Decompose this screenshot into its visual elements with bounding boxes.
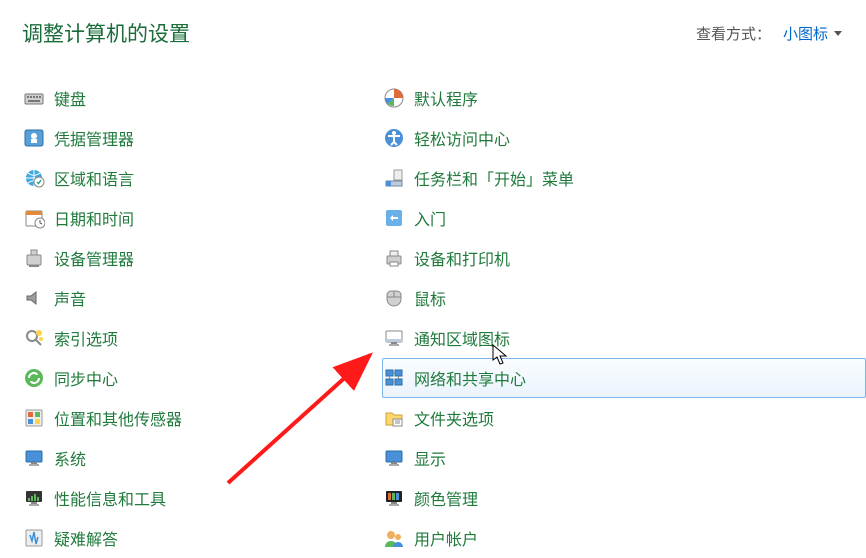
cp-item-label: 文件夹选项 [414,406,494,430]
cp-item-label: 同步中心 [54,366,118,390]
cp-item-sound[interactable]: 声音 [22,278,382,318]
cp-item-user-accounts[interactable]: 用户帐户 [382,518,866,558]
cp-item-label: 鼠标 [414,286,446,310]
display-icon [383,447,405,469]
sensors-icon [23,407,45,429]
user-accounts-icon [383,527,405,549]
cp-item-sync-center[interactable]: 同步中心 [22,358,382,398]
cp-item-label: 网络和共享中心 [414,366,526,390]
cp-item-taskbar-start[interactable]: 任务栏和「开始」菜单 [382,158,866,198]
cp-item-mouse[interactable]: 鼠标 [382,278,866,318]
datetime-icon [23,207,45,229]
cp-item-display[interactable]: 显示 [382,438,866,478]
cp-item-label: 性能信息和工具 [54,486,166,510]
cp-item-color-mgmt[interactable]: 颜色管理 [382,478,866,518]
cp-item-perf-info[interactable]: 性能信息和工具 [22,478,382,518]
folder-options-icon [383,407,405,429]
cp-item-label: 任务栏和「开始」菜单 [414,166,574,190]
keyboard-icon [23,87,45,109]
items-column-left: 键盘凭据管理器区域和语言日期和时间设备管理器声音索引选项同步中心位置和其他传感器… [22,78,382,558]
cp-item-label: 入门 [414,206,446,230]
chevron-down-icon [834,31,842,36]
cp-item-folder-options[interactable]: 文件夹选项 [382,398,866,438]
cp-item-label: 日期和时间 [54,206,134,230]
view-by-group: 查看方式： 小图标 [696,23,842,44]
cp-item-label: 用户帐户 [414,526,478,550]
indexing-icon [23,327,45,349]
cp-item-system[interactable]: 系统 [22,438,382,478]
cp-item-credential[interactable]: 凭据管理器 [22,118,382,158]
cp-item-getting-started[interactable]: 入门 [382,198,866,238]
cp-item-label: 索引选项 [54,326,118,350]
cp-item-device-mgr[interactable]: 设备管理器 [22,238,382,278]
cp-item-datetime[interactable]: 日期和时间 [22,198,382,238]
cp-item-label: 位置和其他传感器 [54,406,182,430]
getting-started-icon [383,207,405,229]
notify-icons-icon [383,327,405,349]
cp-item-sensors[interactable]: 位置和其他传感器 [22,398,382,438]
mouse-icon [383,287,405,309]
view-by-label: 查看方式： [696,23,771,44]
cp-item-indexing[interactable]: 索引选项 [22,318,382,358]
cp-item-label: 区域和语言 [54,166,134,190]
credential-icon [23,127,45,149]
region-lang-icon [23,167,45,189]
cp-item-label: 系统 [54,446,86,470]
cp-item-label: 声音 [54,286,86,310]
cp-item-label: 设备和打印机 [414,246,510,270]
cp-item-notifys-icon[interactable]: 通知区域图标 [382,318,866,358]
device-mgr-icon [23,247,45,269]
control-panel-items: 键盘凭据管理器区域和语言日期和时间设备管理器声音索引选项同步中心位置和其他传感器… [0,56,866,558]
sync-center-icon [23,367,45,389]
cp-item-label: 轻松访问中心 [414,126,510,150]
system-icon [23,447,45,469]
troubleshoot-icon [23,527,45,549]
sound-icon [23,287,45,309]
devices-printers-icon [383,247,405,269]
cp-item-ease-access[interactable]: 轻松访问中心 [382,118,866,158]
page-title: 调整计算机的设置 [22,18,190,48]
cp-item-devices-printers[interactable]: 设备和打印机 [382,238,866,278]
items-column-right: 默认程序轻松访问中心任务栏和「开始」菜单入门设备和打印机鼠标通知区域图标网络和共… [382,78,866,558]
cp-item-label: 颜色管理 [414,486,478,510]
taskbar-start-icon [383,167,405,189]
cp-item-keyboard[interactable]: 键盘 [22,78,382,118]
cp-item-label: 键盘 [54,86,86,110]
cp-item-label: 显示 [414,446,446,470]
ease-access-icon [383,127,405,149]
default-programs-icon [383,87,405,109]
cp-item-label: 疑难解答 [54,526,118,550]
color-mgmt-icon [383,487,405,509]
network-sharing-icon [383,367,405,389]
perf-info-icon [23,487,45,509]
cp-item-default-programs[interactable]: 默认程序 [382,78,866,118]
cp-item-network-sharing[interactable]: 网络和共享中心 [382,358,866,398]
cp-item-label: 凭据管理器 [54,126,134,150]
cp-item-troubleshoot[interactable]: 疑难解答 [22,518,382,558]
view-by-value: 小图标 [783,23,828,44]
header: 调整计算机的设置 查看方式： 小图标 [0,0,866,56]
cp-item-label: 默认程序 [414,86,478,110]
cp-item-region-lang[interactable]: 区域和语言 [22,158,382,198]
cp-item-label: 通知区域图标 [414,326,510,350]
view-by-dropdown[interactable]: 小图标 [783,23,842,44]
cp-item-label: 设备管理器 [54,246,134,270]
